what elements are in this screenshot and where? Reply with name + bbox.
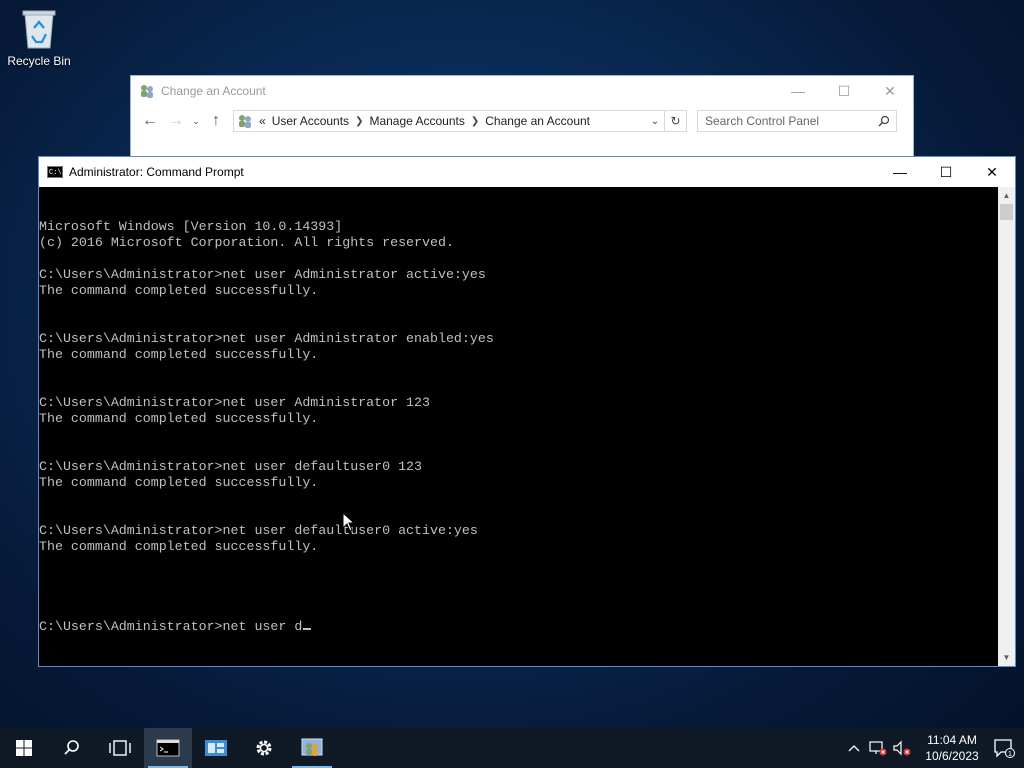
volume-muted-icon[interactable]	[890, 740, 914, 756]
taskbar-server-manager[interactable]	[192, 728, 240, 768]
minimize-button[interactable]: —	[775, 76, 821, 106]
start-button[interactable]	[0, 728, 48, 768]
console-line: C:\Users\Administrator>net user Administ…	[39, 267, 486, 282]
console-prompt-line[interactable]: C:\Users\Administrator>net user d	[39, 619, 999, 635]
breadcrumb-overflow[interactable]: «	[259, 114, 266, 128]
back-arrow-icon[interactable]: ←	[137, 109, 163, 133]
console-line: Microsoft Windows [Version 10.0.14393]	[39, 219, 343, 234]
close-button[interactable]: ✕	[867, 76, 913, 106]
recycle-bin-label: Recycle Bin	[7, 54, 71, 68]
notification-icon: 1	[994, 739, 1015, 758]
console-line: The command completed successfully.	[39, 347, 319, 362]
clock[interactable]: 11:04 AM 10/6/2023	[920, 732, 984, 764]
forward-arrow-icon[interactable]: →	[163, 109, 189, 133]
text-cursor	[303, 628, 312, 630]
console-line: C:\Users\Administrator>net user Administ…	[39, 331, 494, 346]
action-center-button[interactable]: 1	[984, 738, 1024, 758]
console-line: C:\Users\Administrator>net user defaultu…	[39, 523, 478, 538]
up-arrow-icon[interactable]: ↑	[203, 109, 229, 133]
breadcrumb-separator-icon[interactable]: ❯	[355, 116, 363, 127]
recycle-bin-shortcut[interactable]: Recycle Bin	[6, 6, 72, 68]
search-placeholder: Search Control Panel	[705, 114, 820, 128]
console-line: (c) 2016 Microsoft Corporation. All righ…	[39, 235, 454, 250]
recent-locations-chevron-icon[interactable]: ⌄	[189, 109, 203, 133]
vertical-scrollbar[interactable]: ▲ ▼	[998, 187, 1015, 666]
breadcrumb-user-accounts[interactable]: User Accounts	[272, 114, 349, 128]
show-hidden-icons-chevron-icon[interactable]	[842, 744, 866, 752]
taskbar-control-panel[interactable]	[288, 728, 336, 768]
navigation-bar: ← → ⌄ ↑ « User Accounts ❯ Manage Account…	[131, 106, 913, 136]
scroll-down-arrow-icon[interactable]: ▼	[998, 649, 1015, 666]
recycle-bin-icon	[20, 6, 58, 50]
maximize-button[interactable]: ☐	[821, 76, 867, 106]
search-icon	[878, 115, 890, 127]
command-prompt-titlebar[interactable]: C:\ Administrator: Command Prompt — ☐ ✕	[39, 157, 1015, 187]
command-prompt-title: Administrator: Command Prompt	[69, 165, 244, 179]
taskbar-command-prompt[interactable]	[144, 728, 192, 768]
clock-time: 11:04 AM	[927, 733, 977, 747]
gear-icon	[256, 740, 272, 756]
network-disconnected-icon[interactable]	[866, 740, 890, 756]
command-prompt-icon	[156, 739, 180, 757]
windows-logo-icon	[16, 740, 32, 756]
control-panel-icon	[301, 738, 323, 756]
console-line: The command completed successfully.	[39, 283, 319, 298]
user-accounts-icon	[141, 85, 153, 98]
breadcrumb-separator-icon[interactable]: ❯	[471, 116, 479, 127]
task-view-icon	[109, 740, 131, 756]
scrollbar-thumb[interactable]	[1000, 204, 1013, 220]
taskbar-settings[interactable]	[240, 728, 288, 768]
notification-count: 1	[1008, 751, 1012, 758]
search-button[interactable]	[48, 728, 96, 768]
console-line: The command completed successfully.	[39, 411, 319, 426]
command-prompt-icon: C:\	[47, 166, 63, 178]
control-panel-title: Change an Account	[161, 84, 266, 98]
console-line: The command completed successfully.	[39, 539, 319, 554]
clock-date: 10/6/2023	[925, 749, 979, 763]
minimize-button[interactable]: —	[877, 157, 923, 187]
mouse-pointer-icon	[342, 512, 356, 532]
system-tray: 11:04 AM 10/6/2023 1	[842, 728, 1024, 768]
control-panel-window[interactable]: Change an Account — ☐ ✕ ← → ⌄ ↑ « User A…	[130, 75, 914, 157]
search-icon	[64, 740, 79, 755]
address-dropdown-icon[interactable]: ⌄	[646, 116, 664, 127]
command-prompt-window[interactable]: C:\ Administrator: Command Prompt — ☐ ✕ …	[38, 156, 1016, 667]
task-view-button[interactable]	[96, 728, 144, 768]
breadcrumb-manage-accounts[interactable]: Manage Accounts	[369, 114, 464, 128]
close-button[interactable]: ✕	[969, 157, 1015, 187]
search-input[interactable]: Search Control Panel	[697, 110, 897, 132]
console-line: C:\Users\Administrator>net user Administ…	[39, 395, 430, 410]
console-output[interactable]: Microsoft Windows [Version 10.0.14393] (c…	[39, 187, 999, 666]
breadcrumb-change-account[interactable]: Change an Account	[485, 114, 590, 128]
user-accounts-icon	[239, 115, 251, 128]
control-panel-titlebar[interactable]: Change an Account — ☐ ✕	[131, 76, 913, 106]
taskbar: 11:04 AM 10/6/2023 1	[0, 728, 1024, 768]
refresh-icon[interactable]: ↻	[665, 110, 687, 132]
scroll-up-arrow-icon[interactable]: ▲	[998, 187, 1015, 204]
console-line: The command completed successfully.	[39, 475, 319, 490]
address-bar[interactable]: « User Accounts ❯ Manage Accounts ❯ Chan…	[233, 110, 665, 132]
server-manager-icon	[205, 740, 227, 756]
maximize-button[interactable]: ☐	[923, 157, 969, 187]
console-line: C:\Users\Administrator>net user defaultu…	[39, 459, 423, 474]
console-input-text: C:\Users\Administrator>net user d	[39, 619, 303, 634]
